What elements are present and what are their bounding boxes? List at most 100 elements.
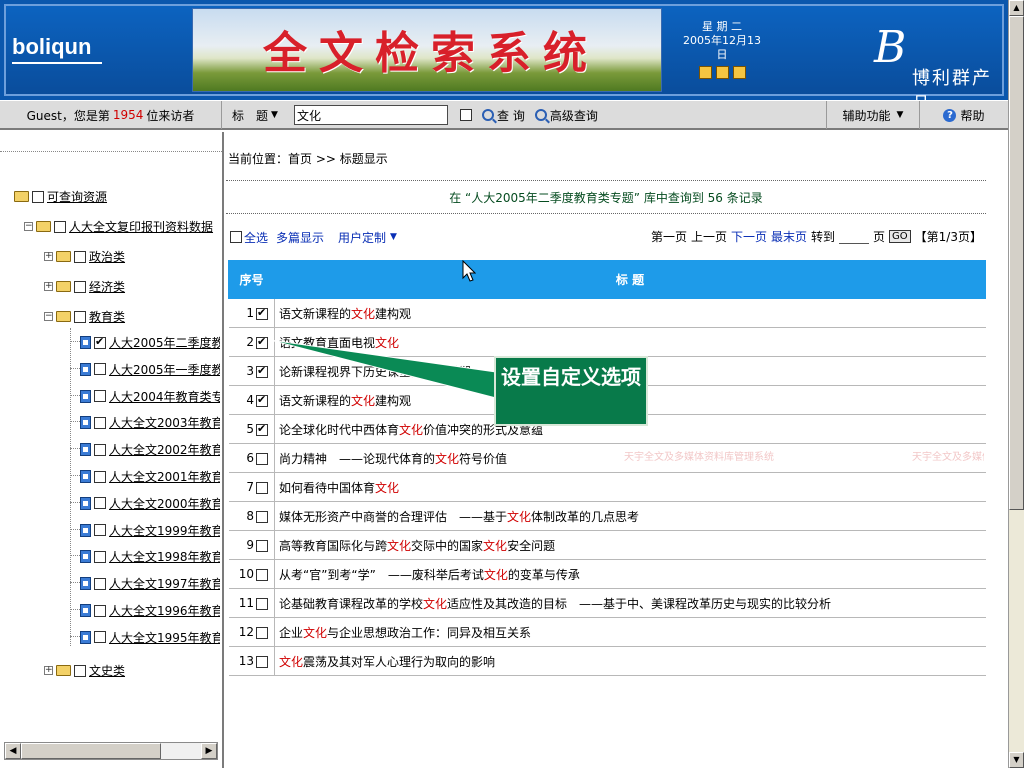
tree-item[interactable]: 人大全文2003年教育类 [80, 414, 220, 431]
row-title[interactable]: 企业文化与企业思想政治工作：同异及相互关系 [274, 617, 986, 647]
tree-checkbox[interactable] [94, 390, 106, 403]
tree-item[interactable]: 人大全文2001年教育类 [80, 468, 220, 485]
tree-item[interactable]: 人大全文2002年教育类 [80, 441, 220, 458]
tree-item-label[interactable]: 人大2004年教育类专题 [109, 388, 220, 405]
tree-item[interactable]: 人大全文1996年教育类 [80, 602, 220, 619]
scrollbar-thumb[interactable] [21, 743, 161, 759]
scroll-down-icon[interactable]: ▼ [1009, 752, 1024, 768]
multi-display-link[interactable]: 多篇显示 [276, 229, 324, 246]
tree-checkbox[interactable] [74, 280, 86, 293]
pager-prev[interactable]: 上一页 [691, 228, 727, 245]
tree-item[interactable]: 人大2005年二季度教育类专题 [80, 334, 220, 351]
row-title[interactable]: 论基础教育课程改革的学校文化适应性及其改造的目标 ——基于中、美课程改革历史与现… [274, 588, 986, 618]
scroll-right-icon[interactable]: ▶ [201, 743, 217, 759]
expand-icon[interactable]: + [44, 666, 53, 675]
row-checkbox[interactable] [256, 655, 268, 668]
row-title[interactable]: 高等教育国际化与跨文化交际中的国家文化安全问题 [274, 530, 986, 560]
pager-last[interactable]: 最末页 [771, 228, 807, 245]
favorite-icon[interactable] [715, 66, 729, 79]
tree-checkbox[interactable] [94, 577, 106, 590]
row-checkbox[interactable] [256, 422, 268, 436]
tree-checkbox[interactable] [74, 250, 86, 263]
row-title[interactable]: 文化震荡及其对军人心理行为取向的影响 [274, 646, 986, 676]
tree-checkbox[interactable] [94, 470, 106, 483]
tree-checkbox[interactable] [32, 190, 44, 203]
row-checkbox[interactable] [256, 481, 268, 494]
row-checkbox[interactable] [256, 597, 268, 610]
row-checkbox[interactable] [256, 306, 268, 320]
sidebar-horizontal-scrollbar[interactable]: ◀ ▶ [4, 742, 218, 760]
pager-next[interactable]: 下一页 [731, 228, 767, 245]
tree-item[interactable]: 人大全文1995年教育类 [80, 629, 220, 646]
tree-checkbox[interactable] [94, 631, 106, 644]
row-title[interactable]: 如何看待中国体育文化 [274, 472, 986, 502]
tree-item-label[interactable]: 人大全文2000年教育类 [109, 495, 220, 512]
tree-checkbox[interactable] [94, 335, 106, 349]
tree-checkbox[interactable] [94, 416, 106, 429]
tree-checkbox[interactable] [74, 664, 86, 677]
tree-checkbox[interactable] [94, 497, 106, 510]
tree-item-label[interactable]: 人大2005年二季度教育类专题 [109, 334, 220, 351]
tree-item-label[interactable]: 人大全文1998年教育类 [109, 548, 220, 565]
select-all-control[interactable]: 全选 [230, 229, 268, 246]
expand-icon[interactable]: + [44, 252, 53, 261]
tree-item[interactable]: 人大2004年教育类专题 [80, 388, 220, 405]
tree-item[interactable]: 人大全文2000年教育类 [80, 495, 220, 512]
tree-group[interactable]: − 人大全文复印报刊资料数据 [24, 218, 220, 235]
row-checkbox[interactable] [256, 364, 268, 378]
tree-category-history[interactable]: + 文史类 [44, 662, 125, 679]
expand-icon[interactable]: + [44, 282, 53, 291]
tree-item-label[interactable]: 人大全文2001年教育类 [109, 468, 220, 485]
tree-category-economy[interactable]: + 经济类 [44, 278, 125, 295]
tree-category-label[interactable]: 经济类 [89, 278, 125, 295]
tree-checkbox[interactable] [94, 550, 106, 563]
pager-first[interactable]: 第一页 [651, 228, 687, 245]
row-checkbox[interactable] [256, 335, 268, 349]
tree-item[interactable]: 人大全文1999年教育类 [80, 522, 220, 539]
scroll-up-icon[interactable]: ▲ [1009, 0, 1024, 16]
row-title[interactable]: 媒体无形资产中商誉的合理评估 ——基于文化体制改革的几点思考 [274, 501, 986, 531]
tree-item-label[interactable]: 人大2005年一季度教育类专题 [109, 361, 220, 378]
pager-page-input[interactable] [839, 229, 870, 244]
row-checkbox[interactable] [256, 452, 268, 465]
tree-item-label[interactable]: 人大全文1996年教育类 [109, 602, 220, 619]
row-title[interactable]: 语文新课程的文化建构观 [274, 298, 986, 328]
tree-item[interactable]: 人大2005年一季度教育类专题 [80, 361, 220, 378]
tree-category-education[interactable]: − 教育类 [44, 308, 125, 325]
tree-category-label[interactable]: 政治类 [89, 248, 125, 265]
tree-item[interactable]: 人大全文1998年教育类 [80, 548, 220, 565]
tree-category-politics[interactable]: + 政治类 [44, 248, 125, 265]
tree-item-label[interactable]: 人大全文2002年教育类 [109, 441, 220, 458]
tree-checkbox[interactable] [74, 310, 86, 323]
secondary-search-checkbox[interactable] [460, 109, 472, 121]
user-custom-menu[interactable]: 用户定制 ▼ [338, 229, 397, 246]
row-checkbox[interactable] [256, 568, 268, 581]
field-select[interactable]: 标 题 ▼ [232, 101, 278, 129]
contact-icon[interactable] [732, 66, 746, 79]
tree-checkbox[interactable] [94, 363, 106, 376]
page-vertical-scrollbar[interactable]: ▲ ▼ [1008, 0, 1024, 768]
tree-checkbox[interactable] [94, 524, 106, 537]
advanced-search-button[interactable]: 高级查询 [534, 107, 598, 124]
home-icon[interactable] [698, 66, 712, 79]
scroll-left-icon[interactable]: ◀ [5, 743, 21, 759]
row-title[interactable]: 从考“官”到考“学” ——废科举后考试文化的变革与传承 [274, 559, 986, 589]
row-checkbox[interactable] [256, 539, 268, 552]
row-checkbox[interactable] [256, 510, 268, 523]
tree-checkbox[interactable] [54, 220, 66, 233]
help-button[interactable]: ? 帮助 [924, 101, 1004, 129]
collapse-icon[interactable]: − [44, 312, 53, 321]
tree-item-label[interactable]: 人大全文1999年教育类 [109, 522, 220, 539]
tree-item-label[interactable]: 人大全文1997年教育类 [109, 575, 220, 592]
tree-category-label[interactable]: 教育类 [89, 308, 125, 325]
row-checkbox[interactable] [256, 393, 268, 407]
tree-group-label[interactable]: 人大全文复印报刊资料数据 [69, 218, 213, 235]
tree-item[interactable]: 人大全文1997年教育类 [80, 575, 220, 592]
tree-category-label[interactable]: 文史类 [89, 662, 125, 679]
pager-go-button[interactable]: GO [889, 230, 911, 243]
row-checkbox[interactable] [256, 626, 268, 639]
tree-checkbox[interactable] [94, 443, 106, 456]
select-all-checkbox[interactable] [230, 231, 242, 243]
row-title[interactable]: 语文教育直面电视文化 [274, 327, 986, 357]
collapse-icon[interactable]: − [24, 222, 33, 231]
